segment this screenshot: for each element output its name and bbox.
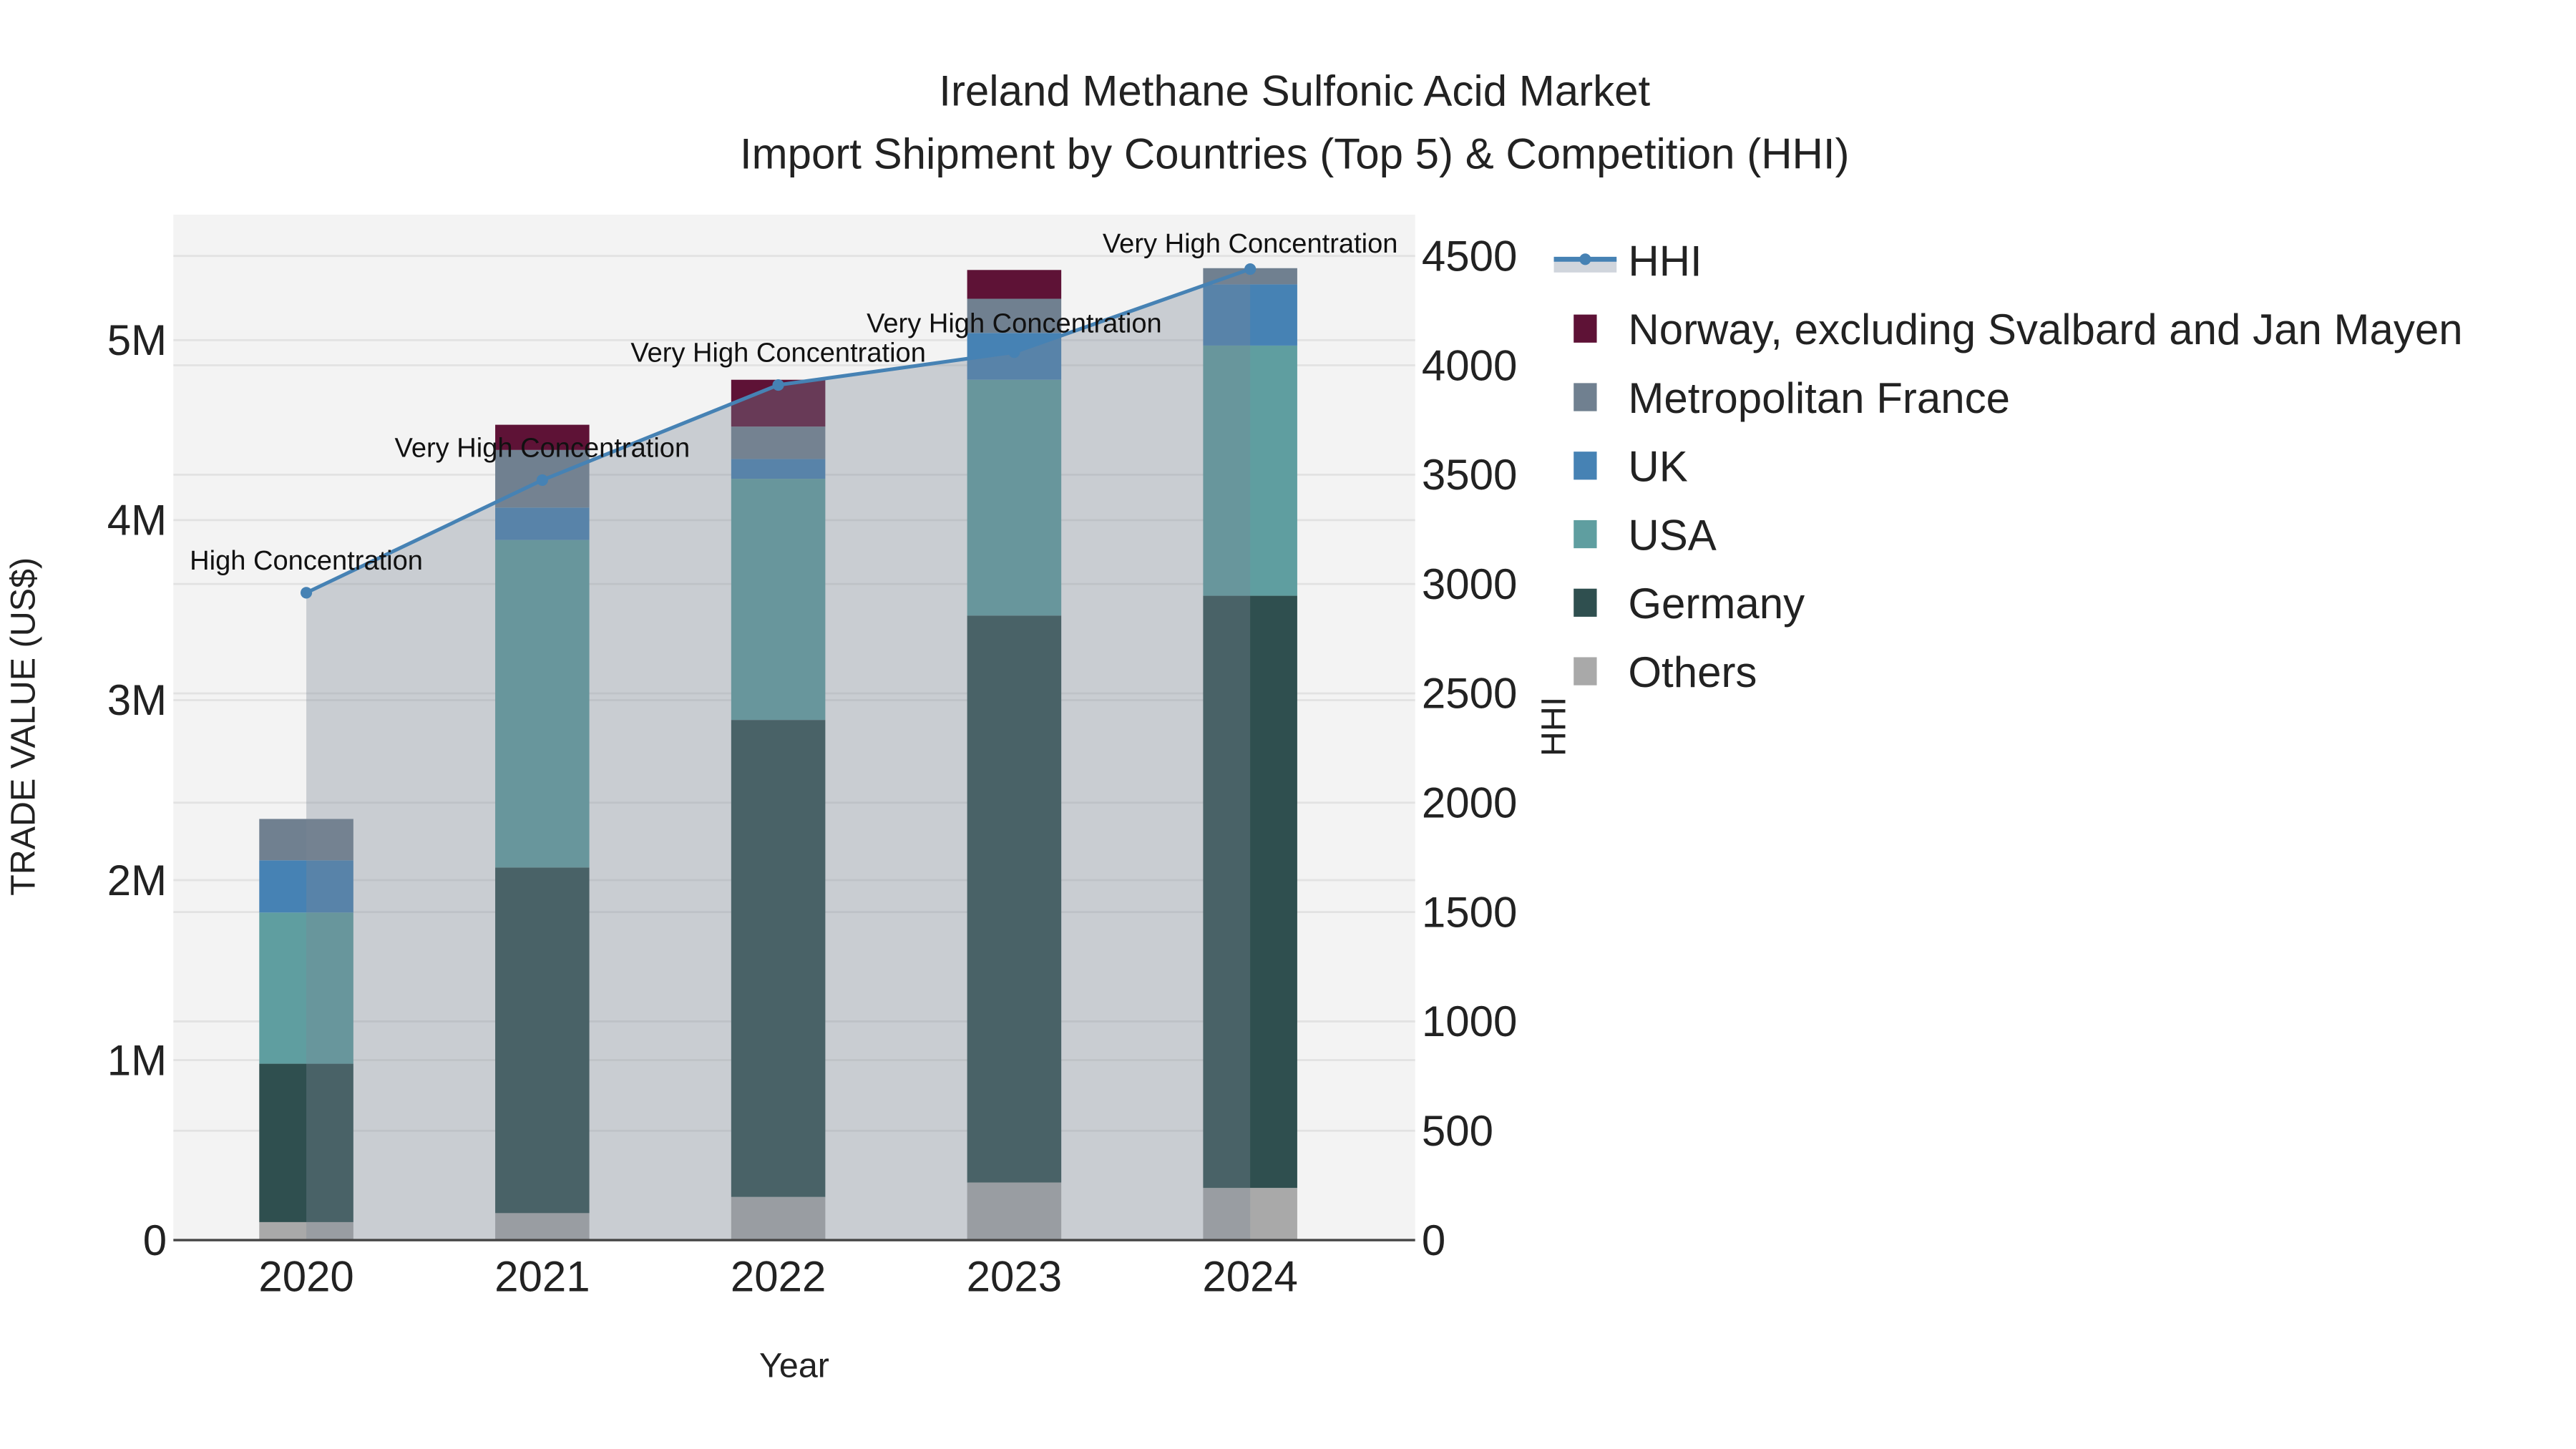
y-axis-ticks: 0 1M 2M 3M 4M 5M	[107, 316, 167, 1264]
legend-item: HHI	[1553, 237, 1702, 285]
y2-tick-label: 1500	[1422, 888, 1517, 936]
hhi-point	[1244, 263, 1257, 275]
y2-tick-label: 2500	[1422, 670, 1517, 718]
chart-subtitle: Import Shipment by Countries (Top 5) & C…	[740, 130, 1850, 177]
bar-norway-excluding-svalbard-and-jan-mayen-2023	[967, 270, 1062, 299]
legend-item: Germany	[1574, 580, 1805, 628]
y2-tick-label: 3000	[1422, 560, 1517, 608]
y-tick-label: 3M	[107, 676, 167, 724]
y-tick-label: 1M	[107, 1036, 167, 1084]
x-axis-ticks: 2020 2021 2022 2023 2024	[258, 1253, 1298, 1301]
legend-label: Metropolitan France	[1628, 374, 2010, 422]
x-tick-label: 2021	[494, 1253, 590, 1301]
x-tick-label: 2023	[967, 1253, 1062, 1301]
legend-item: Others	[1574, 648, 1757, 696]
legend-label: USA	[1628, 511, 1716, 559]
hhi-annotation: Very High Concentration	[395, 434, 691, 464]
y2-tick-label: 2000	[1422, 779, 1517, 827]
y2-tick-label: 3500	[1422, 451, 1517, 499]
legend-swatch	[1574, 519, 1597, 549]
legend-label: HHI	[1628, 237, 1702, 285]
legend-swatch	[1574, 657, 1597, 686]
legend-label: UK	[1628, 443, 1687, 491]
hhi-point	[301, 587, 313, 599]
x-tick-label: 2020	[258, 1253, 353, 1301]
x-axis-title: Year	[759, 1347, 829, 1385]
legend-swatch	[1574, 314, 1597, 343]
legend-item: Norway, excluding Svalbard and Jan Mayen	[1574, 306, 2463, 353]
hhi-point	[772, 379, 784, 391]
chart-title: Ireland Methane Sulfonic Acid Market	[939, 67, 1650, 115]
y-axis-title: TRADE VALUE (US$)	[4, 557, 42, 896]
legend-hhi-marker-icon	[1579, 253, 1591, 265]
chart: High Concentration Very High Concentratio…	[4, 67, 2463, 1385]
legend-swatch	[1574, 588, 1597, 617]
legend-item: UK	[1574, 443, 1688, 491]
hhi-point	[536, 474, 548, 487]
hhi-point	[1008, 346, 1020, 358]
y2-axis-title: HHI	[1535, 697, 1574, 756]
hhi-annotation: Very High Concentration	[867, 308, 1162, 338]
y2-tick-label: 0	[1422, 1216, 1445, 1264]
y2-axis-ticks: 0 500 1000 1500 2000 2500 3000 3500 4000 4500	[1422, 232, 1517, 1264]
legend-label: Others	[1628, 648, 1757, 696]
legend-item: Metropolitan France	[1574, 374, 2010, 422]
hhi-annotation: High Concentration	[190, 546, 423, 576]
legend-label: Norway, excluding Svalbard and Jan Mayen	[1628, 306, 2462, 353]
y2-tick-label: 500	[1422, 1107, 1493, 1155]
y2-tick-label: 4000	[1422, 341, 1517, 389]
legend-item: USA	[1574, 511, 1717, 559]
y-tick-label: 4M	[107, 497, 167, 545]
legend-label: Germany	[1628, 580, 1805, 628]
legend: HHI Norway, excluding Svalbard and Jan Ma…	[1553, 237, 2463, 696]
hhi-annotation: Very High Concentration	[1103, 229, 1398, 259]
legend-swatch	[1574, 383, 1597, 411]
y2-tick-label: 4500	[1422, 232, 1517, 280]
y2-tick-label: 1000	[1422, 997, 1517, 1045]
x-tick-label: 2024	[1202, 1253, 1297, 1301]
y-tick-label: 0	[143, 1216, 167, 1264]
legend-swatch	[1574, 452, 1597, 480]
x-tick-label: 2022	[731, 1253, 826, 1301]
y-tick-label: 5M	[107, 316, 167, 364]
hhi-annotation: Very High Concentration	[630, 338, 926, 369]
y-tick-label: 2M	[107, 857, 167, 904]
